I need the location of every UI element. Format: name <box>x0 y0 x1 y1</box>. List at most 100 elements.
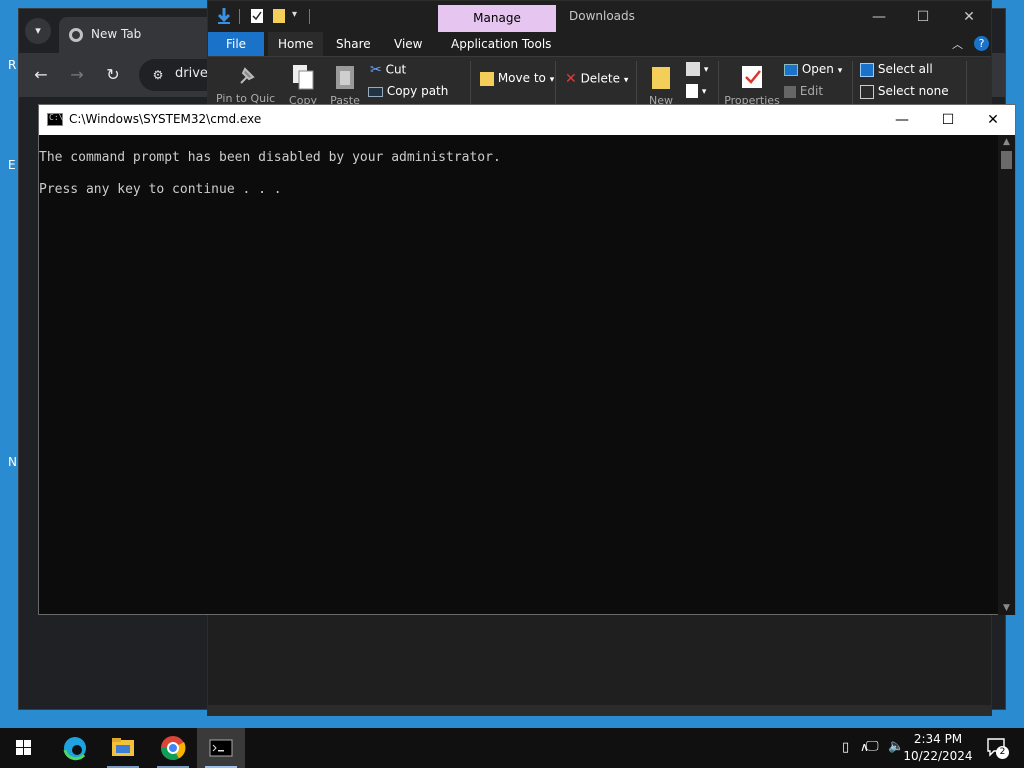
edit-label: Edit <box>799 84 824 98</box>
tab-home[interactable]: Home <box>268 32 324 56</box>
cmd-app-icon[interactable]: C:\ <box>47 113 63 126</box>
back-button[interactable]: ← <box>29 63 53 87</box>
select-all-icon <box>860 62 874 77</box>
scrollbar-thumb[interactable] <box>1001 151 1012 169</box>
notification-count-badge: 2 <box>996 746 1009 759</box>
network-icon[interactable]: 🖵 <box>866 739 879 754</box>
open-button[interactable]: Open ▾ <box>784 62 842 76</box>
help-icon[interactable]: ? <box>974 36 989 51</box>
pin-to-quick-access-button[interactable]: Pin to Quick <box>216 65 276 104</box>
reload-button[interactable]: ↻ <box>101 63 125 87</box>
easy-access-icon <box>686 83 698 98</box>
scroll-down-icon[interactable]: ▼ <box>998 601 1015 615</box>
console-scrollbar[interactable]: ▲ ▼ <box>998 135 1015 615</box>
taskbar-cmd[interactable] <box>197 728 245 768</box>
ribbon-divider <box>852 61 853 105</box>
minimize-icon: — <box>872 9 886 25</box>
forward-button[interactable]: → <box>65 63 89 87</box>
properties-icon <box>742 66 762 88</box>
open-icon <box>784 63 798 76</box>
scissors-icon: ✂ <box>370 62 382 78</box>
close-icon: ✕ <box>987 112 999 128</box>
chevron-down-icon: ▾ <box>35 24 41 37</box>
reload-icon: ↻ <box>106 65 120 84</box>
usb-device-icon[interactable]: ▯ <box>842 740 849 755</box>
arrow-left-icon: ← <box>34 65 48 84</box>
new-folder-icon[interactable] <box>272 7 286 25</box>
chevron-up-icon[interactable]: ︿ <box>952 36 963 52</box>
copy-button[interactable]: Copy <box>286 63 320 106</box>
cmd-maximize-button[interactable]: ☐ <box>925 105 971 135</box>
easy-access-button[interactable]: ▾ <box>686 83 706 98</box>
new-item-button[interactable]: ▾ <box>686 61 708 76</box>
folder-icon <box>112 738 134 756</box>
minimize-icon: — <box>895 112 909 128</box>
tab-application-tools[interactable]: Application Tools <box>441 32 561 56</box>
tab-file[interactable]: File <box>208 32 264 56</box>
console-output[interactable]: The command prompt has been disabled by … <box>39 135 999 615</box>
ribbon-divider <box>636 61 637 105</box>
qat-divider <box>309 9 310 24</box>
copy-path-icon <box>368 86 383 97</box>
select-all-button[interactable]: Select all <box>860 62 933 77</box>
taskbar-chrome[interactable] <box>149 728 197 768</box>
download-arrow-icon[interactable] <box>216 7 232 25</box>
customize-qat-icon[interactable]: ▾ <box>292 9 297 20</box>
clock-time: 2:34 PM <box>913 732 963 746</box>
desktop-icon-label[interactable]: R <box>8 58 16 72</box>
chevron-down-icon: ▾ <box>549 75 555 85</box>
cmd-titlebar[interactable]: C:\ C:\Windows\SYSTEM32\cmd.exe — ☐ ✕ <box>39 105 1015 135</box>
tab-share[interactable]: Share <box>326 32 381 56</box>
arrow-right-icon: → <box>70 65 84 84</box>
chevron-down-icon: ▾ <box>623 75 629 86</box>
copy-path-button[interactable]: Copy path <box>368 84 448 98</box>
tab-search-button[interactable]: ▾ <box>25 18 51 44</box>
site-info-icon[interactable]: ⚙ <box>147 65 169 85</box>
select-none-button[interactable]: Select none <box>860 84 949 99</box>
delete-button[interactable]: ✕ Delete ▾ <box>565 71 628 87</box>
move-to-icon <box>480 71 494 86</box>
properties-check-icon[interactable] <box>250 7 264 25</box>
desktop-icon-label[interactable]: E <box>8 158 16 172</box>
ribbon-tabs: File Home Share View Application Tools ︿… <box>208 32 991 56</box>
new-folder-button[interactable]: New <box>648 65 674 106</box>
console-line: Press any key to continue . . . <box>39 182 282 197</box>
taskbar-file-explorer[interactable] <box>99 728 147 768</box>
maximize-button[interactable]: ☐ <box>908 7 938 27</box>
properties-button[interactable]: Properties <box>724 63 780 106</box>
close-button[interactable]: ✕ <box>954 7 984 27</box>
cmd-icon <box>209 739 233 757</box>
explorer-titlebar: ▾ Manage Downloads — ☐ ✕ <box>208 1 991 32</box>
chrome-icon <box>161 736 186 761</box>
cmd-window-title: C:\Windows\SYSTEM32\cmd.exe <box>69 112 262 126</box>
chrome-logo-icon <box>69 28 83 42</box>
close-icon: ✕ <box>963 9 975 25</box>
cmd-close-button[interactable]: ✕ <box>970 105 1016 135</box>
console-line: The command prompt has been disabled by … <box>39 150 501 165</box>
cmd-minimize-button[interactable]: — <box>879 105 925 135</box>
copy-icon <box>293 65 314 90</box>
cut-button[interactable]: ✂ Cut <box>370 62 406 78</box>
manage-contextual-tab[interactable]: Manage <box>438 5 556 32</box>
move-to-label: Move to <box>497 71 546 85</box>
taskbar-edge[interactable] <box>51 728 99 768</box>
tab-view[interactable]: View <box>384 32 432 56</box>
ribbon-divider <box>555 61 556 105</box>
paste-button[interactable]: Paste <box>328 63 362 106</box>
edit-button[interactable]: Edit <box>784 84 823 98</box>
ribbon-divider <box>718 61 719 105</box>
scroll-up-icon[interactable]: ▲ <box>998 135 1015 149</box>
action-center-button[interactable]: 2 <box>986 737 1010 759</box>
chevron-down-icon: ▾ <box>703 65 709 75</box>
select-none-label: Select none <box>877 84 949 98</box>
desktop-icon-label[interactable]: N <box>8 455 17 469</box>
minimize-button[interactable]: — <box>864 7 894 27</box>
start-button[interactable] <box>0 728 48 768</box>
chrome-tab-new-tab[interactable]: New Tab <box>59 17 219 53</box>
move-to-button[interactable]: Move to ▾ <box>480 71 554 86</box>
new-folder-icon <box>652 67 670 89</box>
clock[interactable]: 2:34 PM 10/22/2024 <box>902 731 974 768</box>
paste-icon <box>336 66 354 89</box>
windows-logo-icon <box>16 740 31 755</box>
